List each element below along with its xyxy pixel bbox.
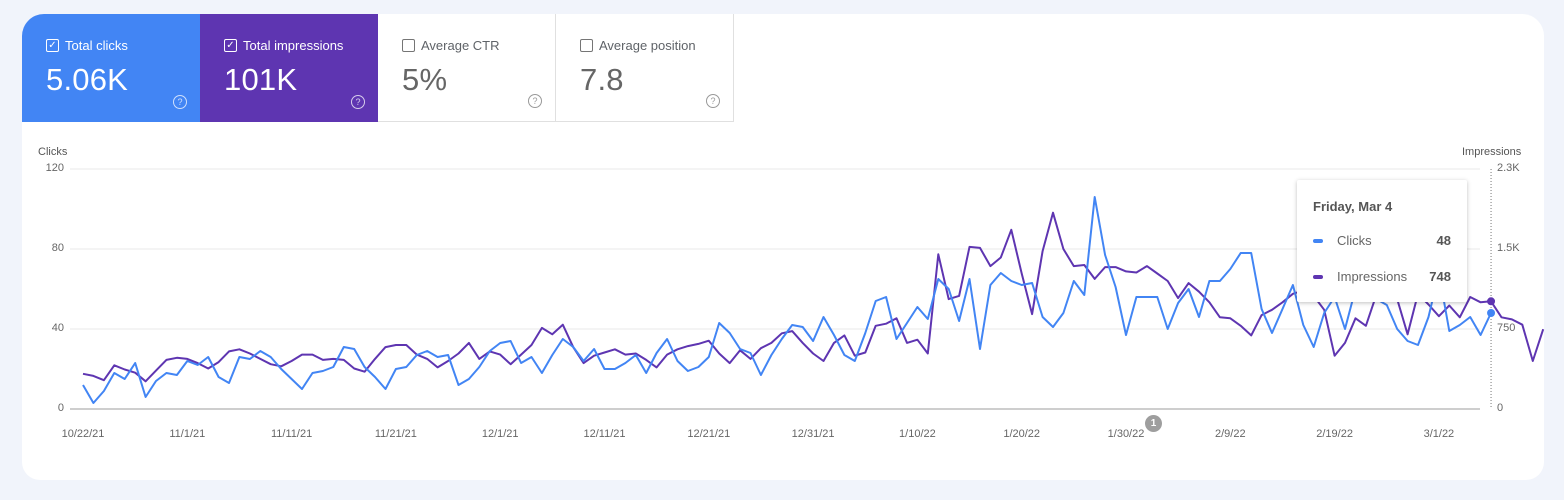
clicks-legend-swatch-icon — [1313, 238, 1323, 243]
clicks-line — [82, 196, 1492, 404]
chart-tooltip: Friday, Mar 4 Clicks 48 Impressions 748 — [1297, 180, 1467, 302]
tooltip-label: Impressions — [1337, 269, 1408, 284]
tooltip-value: 48 — [1436, 233, 1451, 248]
tooltip-date: Friday, Mar 4 — [1313, 199, 1393, 214]
clicks-point-highlight — [1487, 309, 1496, 317]
tooltip-label: Clicks — [1337, 233, 1372, 248]
tooltip-value: 748 — [1429, 269, 1451, 284]
tooltip-row-clicks: Clicks 48 — [1313, 233, 1451, 248]
annotation-marker[interactable]: 1 — [1145, 415, 1162, 432]
impressions-point-highlight — [1487, 297, 1496, 306]
impressions-legend-swatch-icon — [1313, 274, 1323, 279]
tooltip-row-impressions: Impressions 748 — [1313, 269, 1451, 284]
